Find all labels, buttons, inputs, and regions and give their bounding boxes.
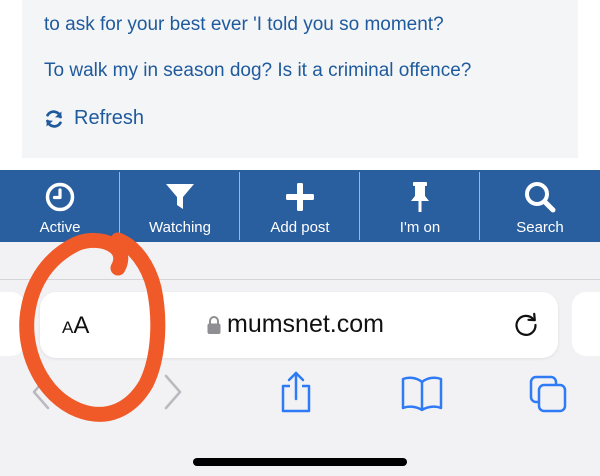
- next-tab-address-bar[interactable]: [572, 292, 600, 356]
- tabs-icon[interactable]: [528, 374, 568, 414]
- reader-text-size-button[interactable]: AA: [62, 312, 89, 340]
- refresh-label: Refresh: [74, 107, 145, 129]
- url-text: mumsnet.com: [227, 310, 384, 338]
- page-content: to ask for your best ever 'I told you so…: [0, 0, 600, 170]
- forward-chevron-icon[interactable]: [160, 372, 186, 412]
- toolbar-divider: [0, 279, 600, 280]
- search-icon: [525, 182, 556, 213]
- plus-icon: [286, 183, 314, 211]
- nav-label: Watching: [149, 219, 211, 236]
- nav-item-add-post[interactable]: Add post: [240, 170, 360, 242]
- aa-big-letter: A: [73, 312, 90, 339]
- refresh-icon: [46, 109, 62, 128]
- nav-label: I'm on: [399, 219, 441, 236]
- share-icon[interactable]: [278, 370, 314, 414]
- reload-icon[interactable]: [512, 311, 540, 339]
- nav-label: Active: [39, 219, 81, 236]
- clock-icon: [45, 182, 75, 212]
- home-indicator: [193, 458, 407, 466]
- lock-icon: [207, 315, 221, 334]
- safari-toolbar: [0, 242, 600, 476]
- aa-small-letter: A: [62, 318, 74, 337]
- nav-item-watching[interactable]: Watching: [120, 170, 240, 242]
- address-bar[interactable]: AA mumsnet.com: [40, 292, 558, 358]
- thread-link[interactable]: to ask for your best ever 'I told you so…: [44, 14, 444, 36]
- funnel-icon: [166, 184, 194, 209]
- refresh-button[interactable]: Refresh: [44, 107, 144, 130]
- bottom-nav-bar: Active Watching Add post I'm on Search: [0, 170, 600, 242]
- nav-item-im-on[interactable]: I'm on: [360, 170, 480, 242]
- nav-item-active[interactable]: Active: [0, 170, 120, 242]
- nav-item-search[interactable]: Search: [480, 170, 600, 242]
- nav-label: Add post: [270, 219, 330, 236]
- thread-link[interactable]: To walk my in season dog? Is it a crimin…: [44, 60, 471, 82]
- url-display[interactable]: mumsnet.com: [206, 310, 384, 339]
- bookmarks-icon[interactable]: [400, 374, 444, 412]
- back-chevron-icon[interactable]: [28, 372, 54, 412]
- previous-tab-address-bar[interactable]: [0, 292, 25, 356]
- pin-icon: [411, 182, 429, 212]
- nav-label: Search: [516, 219, 564, 236]
